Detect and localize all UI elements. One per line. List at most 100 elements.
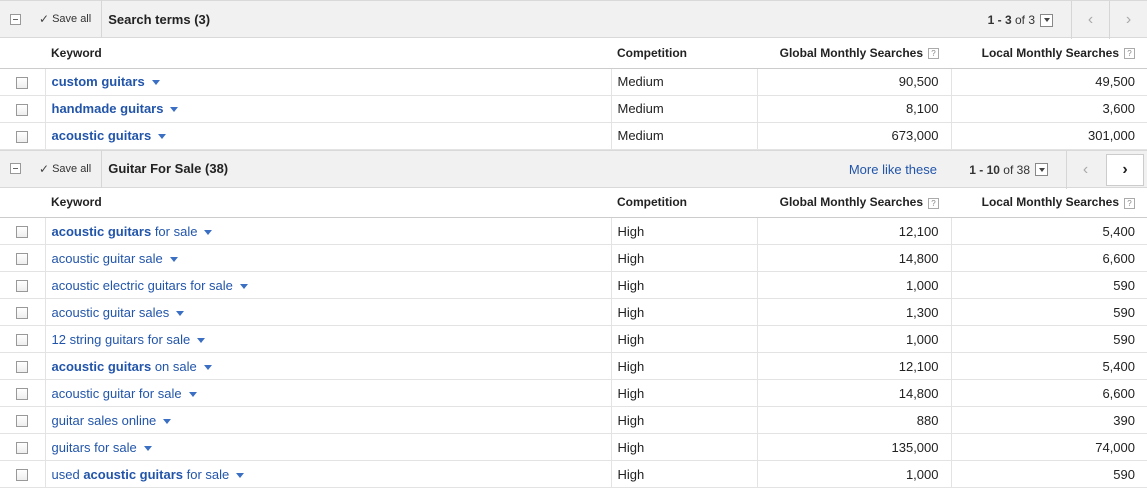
more-like-these-link[interactable]: More like these	[849, 151, 937, 189]
keyword-dropdown-icon[interactable]	[239, 283, 248, 289]
row-checkbox[interactable]	[16, 415, 29, 428]
keyword-text: acoustic guitar sales	[51, 304, 170, 320]
keyword-link[interactable]: used acoustic guitars for sale	[52, 467, 230, 482]
competition-column-header[interactable]: Competition	[611, 38, 757, 69]
global-searches-cell: 135,000	[756, 433, 951, 461]
pager: 1 - 3 of 3 ‹ ›	[988, 1, 1147, 39]
keyword-link[interactable]: guitar sales online	[52, 413, 157, 428]
row-select-cell	[0, 325, 45, 353]
save-all-button[interactable]: ✓ Save all	[29, 0, 103, 38]
local-searches-cell: 590	[950, 325, 1147, 353]
row-select-cell	[0, 379, 45, 407]
page-range: 1 - 10 of 38	[969, 162, 1030, 177]
keyword-dropdown-icon[interactable]	[143, 445, 152, 451]
local-searches-cell: 6,600	[950, 379, 1147, 407]
competition-cell: Medium	[610, 95, 757, 123]
page-size-dropdown-icon[interactable]	[1040, 13, 1053, 27]
keyword-dropdown-icon[interactable]	[236, 472, 245, 478]
keyword-text: handmade guitars	[51, 101, 164, 116]
keyword-table: Keyword Competition Global Monthly Searc…	[0, 38, 1147, 150]
global-searches-cell: 12,100	[756, 217, 951, 245]
keyword-dropdown-icon[interactable]	[204, 229, 213, 235]
row-checkbox[interactable]	[16, 388, 29, 401]
keyword-link[interactable]: acoustic guitars	[52, 128, 152, 143]
keyword-dropdown-icon[interactable]	[176, 310, 185, 316]
row-checkbox[interactable]	[16, 130, 29, 143]
global-searches-column-header[interactable]: Global Monthly Searches?	[757, 38, 951, 69]
row-checkbox[interactable]	[16, 307, 29, 320]
keyword-dropdown-icon[interactable]	[170, 107, 179, 113]
row-select-cell	[0, 406, 45, 434]
page-size-dropdown-icon[interactable]	[1035, 163, 1048, 176]
next-page-button[interactable]: ›	[1109, 1, 1147, 39]
collapse-toggle[interactable]	[10, 13, 21, 25]
keyword-link[interactable]: 12 string guitars for sale	[52, 332, 191, 347]
row-checkbox[interactable]	[16, 334, 29, 347]
keyword-cell: acoustic electric guitars for sale	[44, 271, 611, 299]
keyword-link[interactable]: acoustic electric guitars for sale	[52, 278, 233, 293]
row-checkbox[interactable]	[16, 103, 29, 116]
keyword-dropdown-icon[interactable]	[151, 80, 160, 86]
row-checkbox[interactable]	[16, 469, 29, 482]
row-checkbox[interactable]	[16, 76, 29, 89]
keyword-dropdown-icon[interactable]	[158, 134, 167, 140]
competition-column-header[interactable]: Competition	[611, 187, 757, 218]
local-searches-column-header[interactable]: Local Monthly Searches?	[951, 187, 1147, 218]
keyword-column-header[interactable]: Keyword	[45, 187, 611, 218]
keyword-column-header[interactable]: Keyword	[45, 38, 611, 69]
collapse-toggle[interactable]	[10, 163, 21, 174]
keyword-link[interactable]: handmade guitars	[52, 101, 164, 116]
local-searches-cell: 3,600	[950, 95, 1147, 123]
local-searches-cell: 590	[950, 271, 1147, 299]
keyword-text: used	[51, 466, 84, 482]
help-icon[interactable]: ?	[928, 48, 939, 60]
global-searches-cell: 12,100	[756, 352, 951, 380]
row-checkbox[interactable]	[16, 226, 29, 239]
keyword-text: acoustic guitar sale	[51, 250, 163, 266]
keyword-text: acoustic guitars	[51, 223, 152, 239]
row-checkbox[interactable]	[16, 442, 29, 455]
keyword-link[interactable]: acoustic guitar sale	[52, 251, 163, 266]
keyword-link[interactable]: custom guitars	[52, 74, 145, 89]
table-row: guitars for sale High 135,000 74,000	[0, 433, 1147, 461]
keyword-cell: guitar sales online	[44, 406, 611, 434]
row-select-cell	[0, 95, 45, 123]
local-searches-cell: 6,600	[950, 244, 1147, 272]
keyword-dropdown-icon[interactable]	[197, 337, 206, 343]
prev-page-button[interactable]: ‹	[1071, 1, 1109, 39]
keyword-group: ✓ Save all Guitar For Sale (38) More lik…	[0, 149, 1147, 488]
keyword-link[interactable]: acoustic guitar sales	[52, 305, 170, 320]
prev-page-button[interactable]: ‹	[1066, 150, 1104, 189]
local-searches-cell: 590	[950, 460, 1147, 488]
help-icon[interactable]: ?	[1124, 48, 1135, 60]
group-header: ✓ Save all Guitar For Sale (38) More lik…	[0, 149, 1147, 189]
keyword-dropdown-icon[interactable]	[169, 256, 178, 262]
keyword-text: on sale	[151, 358, 197, 374]
row-select-cell	[0, 68, 45, 96]
keyword-cell: guitars for sale	[44, 433, 611, 461]
keyword-link[interactable]: guitars for sale	[52, 440, 137, 455]
row-checkbox[interactable]	[16, 280, 29, 293]
next-page-button[interactable]: ›	[1106, 153, 1144, 186]
save-all-button[interactable]: ✓ Save all	[29, 149, 103, 188]
keyword-text: acoustic electric guitars for sale	[51, 277, 233, 293]
row-select-cell	[0, 244, 45, 272]
help-icon[interactable]: ?	[928, 197, 939, 209]
keyword-link[interactable]: acoustic guitar for sale	[52, 386, 182, 401]
table-row: custom guitars Medium 90,500 49,500	[0, 68, 1147, 96]
row-checkbox[interactable]	[16, 253, 29, 266]
keyword-dropdown-icon[interactable]	[188, 391, 197, 397]
help-icon[interactable]: ?	[1124, 197, 1135, 209]
row-checkbox[interactable]	[16, 361, 29, 374]
select-column-header	[0, 187, 45, 218]
row-select-cell	[0, 433, 45, 461]
keyword-dropdown-icon[interactable]	[203, 364, 212, 370]
local-searches-column-header[interactable]: Local Monthly Searches?	[951, 38, 1147, 69]
keyword-link[interactable]: acoustic guitars on sale	[52, 359, 197, 374]
keyword-link[interactable]: acoustic guitars for sale	[52, 224, 198, 239]
table-row: acoustic electric guitars for sale High 1,…	[0, 271, 1147, 299]
keyword-dropdown-icon[interactable]	[163, 418, 172, 424]
table-row: acoustic guitars for sale High 12,100 5,400	[0, 217, 1147, 245]
competition-cell: High	[610, 406, 757, 434]
global-searches-column-header[interactable]: Global Monthly Searches?	[757, 187, 951, 218]
